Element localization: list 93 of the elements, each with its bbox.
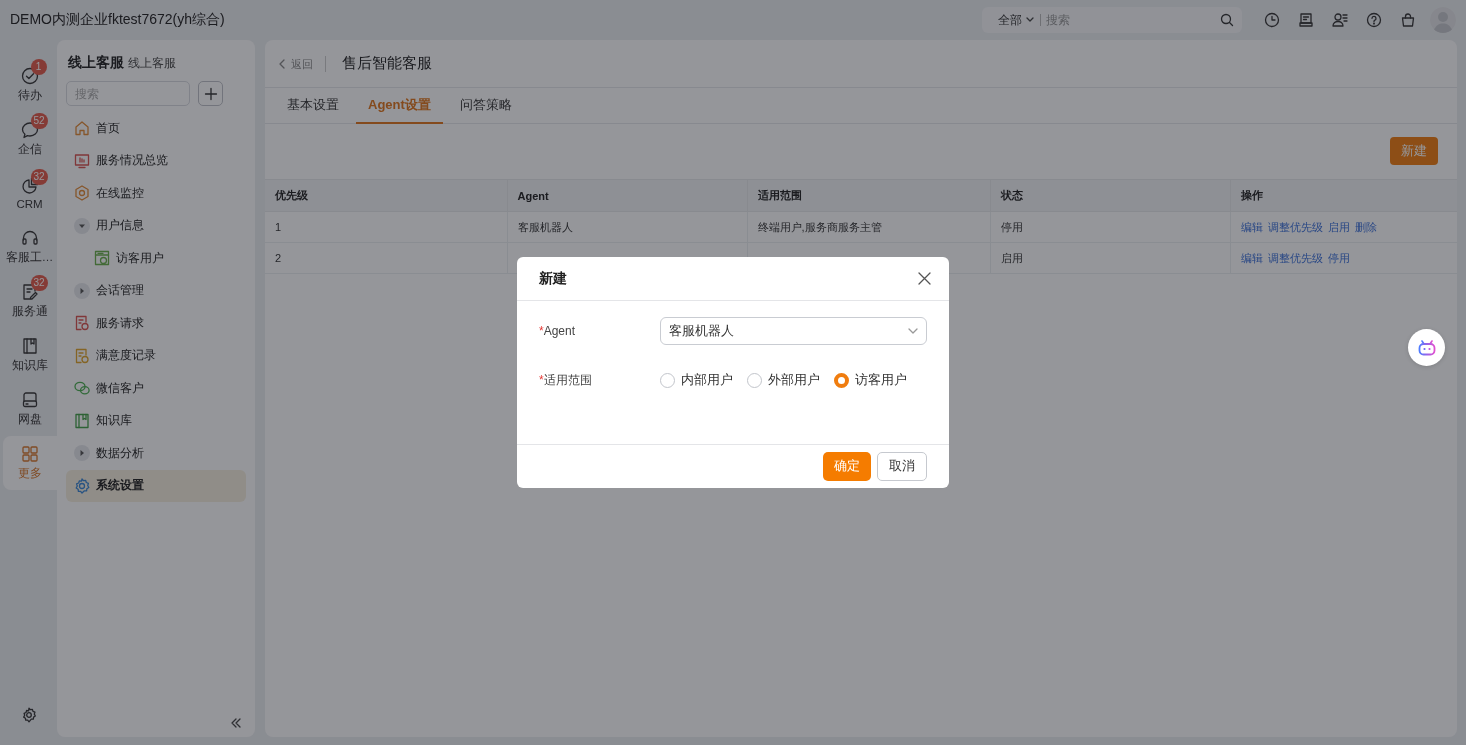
nav-rail-item[interactable]: 1 待办 — [3, 58, 56, 112]
table-cell: 启用 — [990, 242, 1230, 274]
action-link[interactable]: 停用 — [1327, 250, 1350, 266]
menu-item[interactable]: 访客用户 — [66, 242, 246, 275]
radio-option[interactable]: 外部用户 — [747, 371, 820, 389]
action-link[interactable]: 删除 — [1354, 219, 1377, 235]
hexagon-icon — [74, 185, 90, 202]
nav-rail-item[interactable]: 客服工… — [3, 220, 56, 274]
nav-rail-item[interactable]: 52 企信 — [3, 112, 56, 166]
count-badge: 32 — [30, 168, 48, 185]
table-cell: 2 — [265, 242, 507, 274]
inbox-icon[interactable] — [1298, 12, 1314, 28]
collapse-icon[interactable] — [230, 717, 242, 729]
table-cell: 停用 — [990, 211, 1230, 243]
contacts-icon[interactable] — [1332, 12, 1348, 28]
close-button[interactable] — [918, 272, 931, 285]
column-header: 操作 — [1230, 179, 1457, 212]
menu-item[interactable]: 微信客户 — [66, 372, 246, 405]
caret-icon[interactable] — [74, 445, 90, 462]
chevron-left-icon — [279, 58, 285, 69]
radio-icon[interactable] — [660, 372, 675, 388]
caret-icon[interactable] — [74, 282, 90, 299]
house-icon — [74, 120, 90, 137]
column-header: 优先级 — [265, 179, 507, 212]
plus-icon — [203, 86, 218, 101]
radio-option[interactable]: 内部用户 — [660, 371, 733, 389]
confirm-button[interactable]: 确定 — [823, 452, 871, 481]
settings-icon — [74, 477, 90, 494]
action-link[interactable]: 调整优先级 — [1267, 250, 1323, 266]
chevron-down-icon — [1026, 17, 1034, 23]
table-cell: 1 — [265, 211, 507, 243]
search-scope-dropdown[interactable]: 全部 — [998, 14, 1041, 26]
help-icon[interactable] — [1366, 12, 1382, 28]
agent-select[interactable]: 客服机器人 — [660, 317, 927, 345]
tab[interactable]: 基本设置 — [275, 88, 351, 124]
settings-icon[interactable] — [20, 707, 37, 723]
column-header: 状态 — [990, 179, 1230, 212]
radio-icon[interactable] — [747, 372, 762, 388]
action-link[interactable]: 调整优先级 — [1267, 219, 1323, 235]
nav-rail-item[interactable]: 知识库 — [3, 328, 56, 382]
close-icon — [918, 272, 931, 285]
cancel-button[interactable]: 取消 — [877, 452, 927, 481]
nav-rail-item[interactable]: 网盘 — [3, 382, 56, 436]
tree-group[interactable]: 数据分析 — [66, 437, 246, 470]
caret-icon[interactable] — [74, 217, 90, 234]
grid-icon — [21, 445, 39, 463]
robot-icon — [1417, 339, 1436, 356]
radio-icon[interactable] — [834, 372, 849, 388]
table-cell: 终端用户,服务商服务主管 — [747, 211, 990, 243]
chat-bubbles-icon — [74, 380, 90, 397]
company-name: DEMO内测企业fktest7672(yh综合) — [10, 11, 226, 29]
menu-item[interactable]: 在线监控 — [66, 177, 246, 210]
menu-item[interactable]: 首页 — [66, 112, 246, 145]
back-link[interactable]: 返回 — [279, 55, 326, 72]
menu-item[interactable]: 满意度记录 — [66, 339, 246, 372]
panel-subtitle: 线上客服 — [128, 56, 176, 71]
book-icon — [20, 337, 39, 355]
action-link[interactable]: 编辑 — [1240, 250, 1263, 266]
panel-title: 线上客服 — [68, 54, 124, 72]
menu-item[interactable]: 服务情况总览 — [66, 144, 246, 177]
document-icon — [74, 315, 90, 332]
tree-group[interactable]: 会话管理 — [66, 274, 246, 307]
menu-item[interactable]: 系统设置 — [66, 469, 246, 502]
hard-drive-icon — [20, 391, 39, 409]
user-card-icon — [94, 250, 110, 267]
count-badge: 32 — [30, 275, 48, 291]
radio-option[interactable]: 访客用户 — [834, 371, 907, 389]
menu-item[interactable]: 知识库 — [66, 404, 246, 437]
nav-rail-item[interactable]: 32 服务通 — [3, 274, 56, 328]
menu-item[interactable]: 服务请求 — [66, 307, 246, 340]
field-label: *Agent — [539, 324, 577, 338]
action-link[interactable]: 启用 — [1327, 219, 1350, 235]
column-header: 适用范围 — [747, 179, 990, 212]
document-icon — [74, 347, 90, 364]
count-badge: 52 — [30, 113, 48, 129]
monitor-icon — [74, 152, 90, 169]
action-link[interactable]: 编辑 — [1240, 219, 1263, 235]
clock-icon[interactable] — [1264, 12, 1280, 28]
tree-group[interactable]: 用户信息 — [66, 209, 246, 242]
search-icon — [1220, 13, 1234, 27]
column-header: Agent — [507, 179, 747, 212]
nav-rail-item[interactable]: 32 CRM — [3, 166, 56, 220]
book-icon — [74, 412, 90, 429]
page-title: 售后智能客服 — [342, 54, 432, 73]
add-button[interactable] — [198, 81, 223, 106]
headset-icon — [20, 229, 39, 247]
bag-icon[interactable] — [1400, 12, 1416, 28]
tab[interactable]: 问答策略 — [447, 88, 524, 124]
count-badge: 1 — [30, 59, 47, 75]
dialog-title: 新建 — [539, 269, 567, 288]
field-label: *适用范围 — [539, 371, 593, 389]
table-cell: 客服机器人 — [507, 211, 747, 243]
chevron-down-icon — [908, 328, 918, 334]
